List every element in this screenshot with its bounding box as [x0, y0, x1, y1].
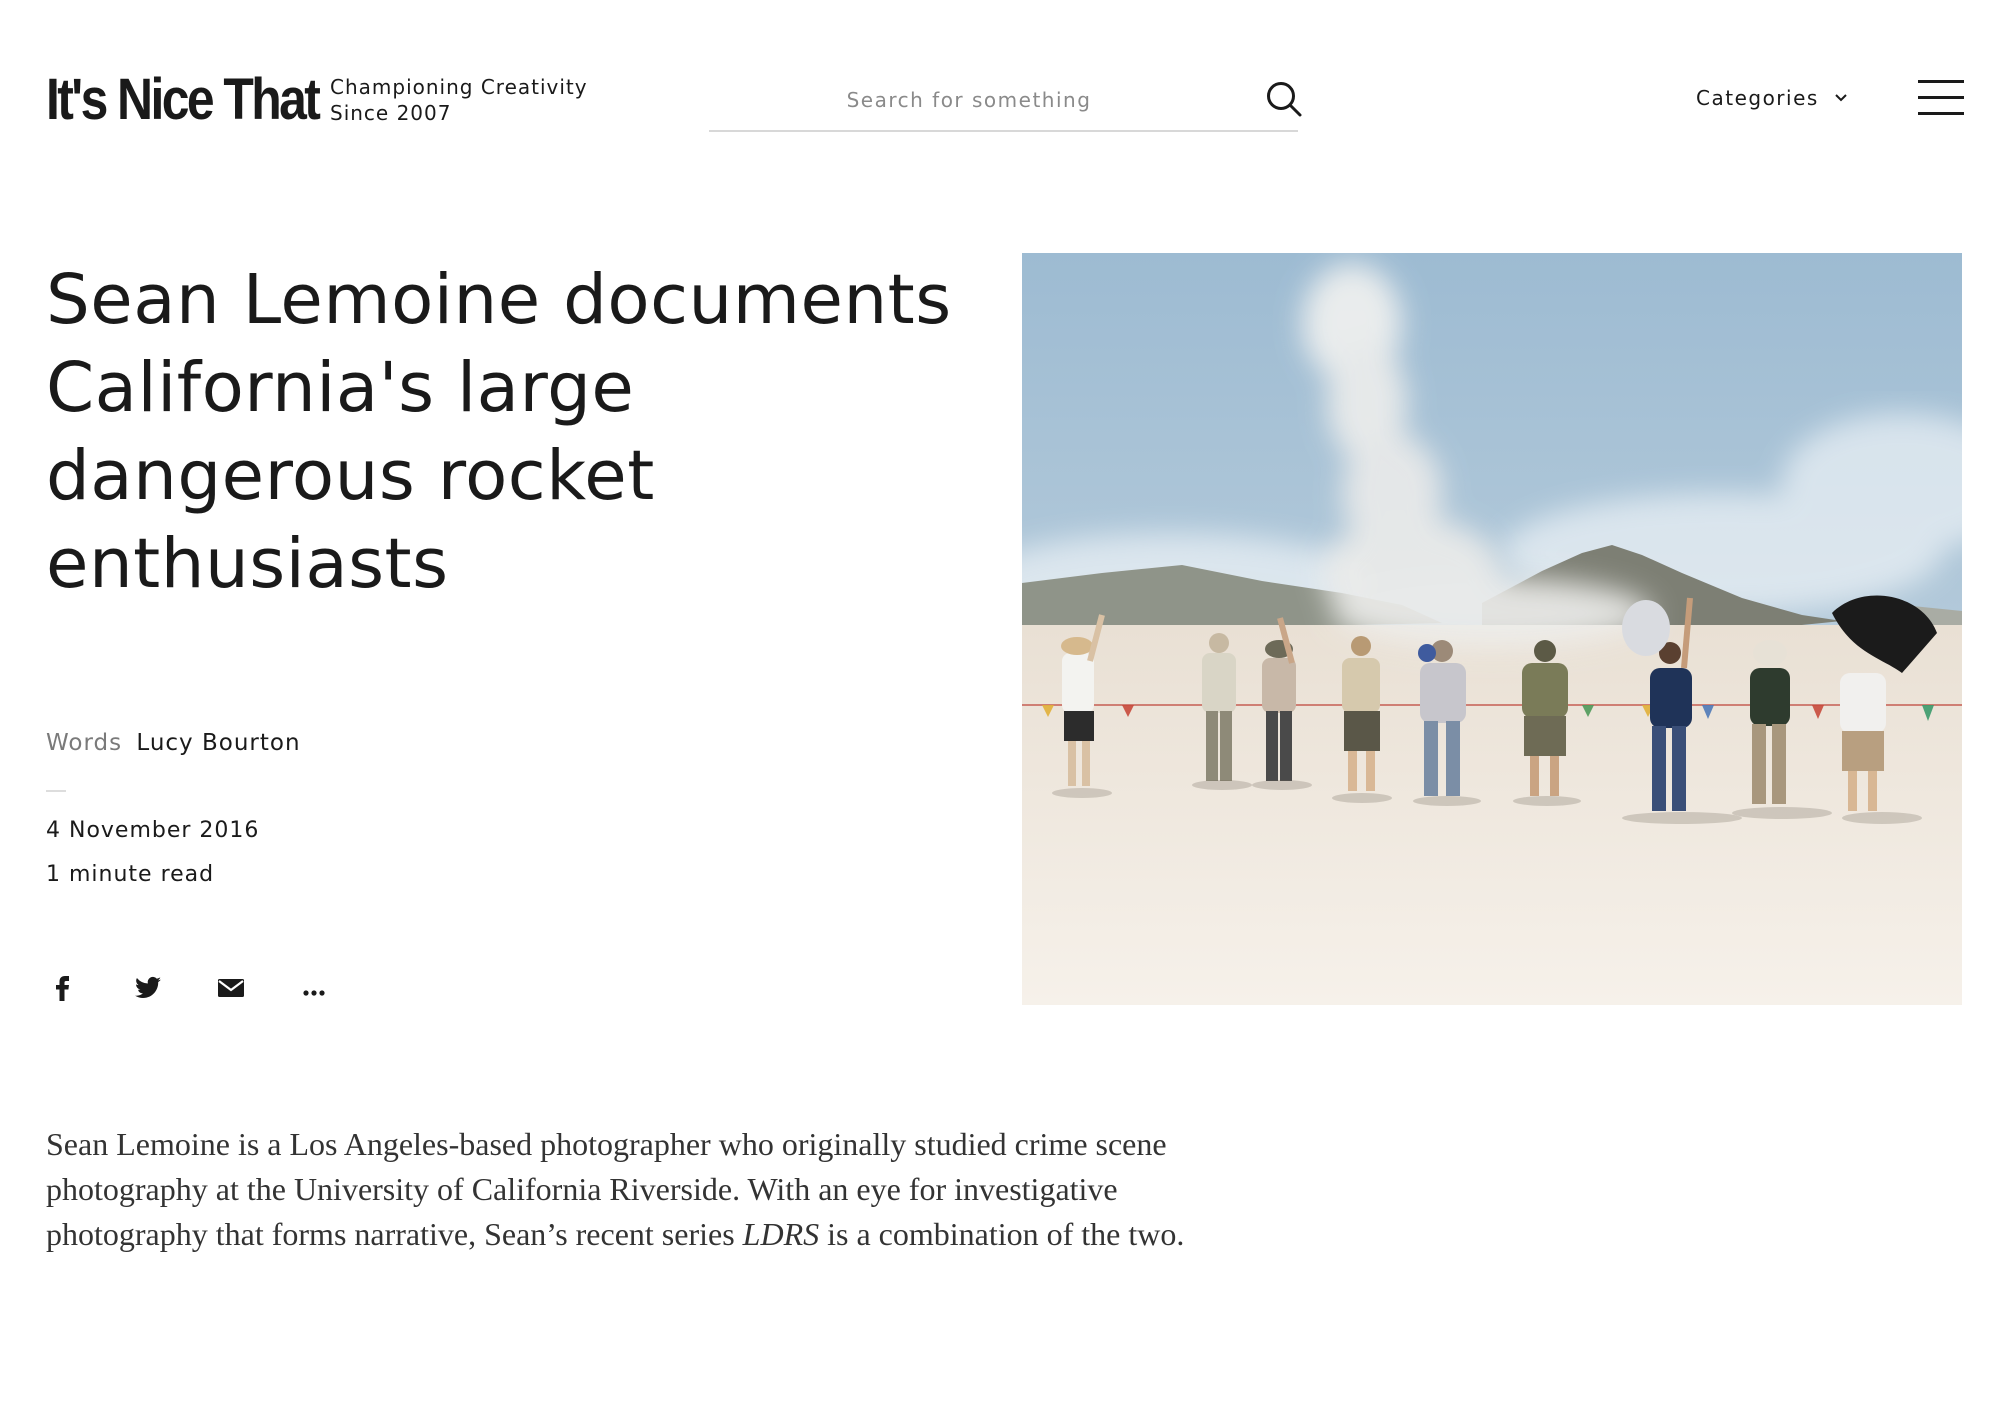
site-tagline: Championing Creativity Since 2007: [330, 74, 588, 126]
author-link[interactable]: Lucy Bourton: [136, 730, 300, 756]
hero-photo: [1022, 253, 1962, 1005]
menu-line: [1918, 112, 1964, 115]
byline: Words Lucy Bourton: [46, 730, 301, 756]
article-headline: Sean Lemoine documents California's larg…: [46, 260, 952, 604]
byline-label: Words: [46, 730, 123, 756]
read-time: 1 minute read: [46, 862, 215, 887]
series-title: LDRS: [742, 1216, 820, 1252]
search-bar: [709, 70, 1302, 132]
search-icon[interactable]: [1264, 79, 1304, 119]
categories-label: Categories: [1696, 86, 1819, 110]
facebook-icon[interactable]: [46, 970, 80, 1004]
byline-divider: [46, 790, 66, 792]
tagline-line-1: Championing Creativity: [330, 75, 588, 99]
tagline-line-2: Since 2007: [330, 101, 452, 125]
menu-line: [1918, 96, 1964, 99]
email-icon[interactable]: [214, 970, 248, 1004]
twitter-icon[interactable]: [130, 970, 164, 1004]
site-header: It's Nice That Championing Creativity Si…: [0, 0, 2000, 180]
article-intro-paragraph: Sean Lemoine is a Los Angeles-based phot…: [46, 1122, 1206, 1257]
chevron-down-icon: [1835, 94, 1847, 102]
menu-line: [1918, 80, 1964, 83]
search-input[interactable]: [709, 80, 1229, 120]
site-logo[interactable]: It's Nice That: [46, 66, 321, 133]
publish-date: 4 November 2016: [46, 818, 260, 843]
hamburger-menu-icon[interactable]: [1918, 80, 1964, 116]
more-icon[interactable]: [298, 970, 332, 1004]
body-text-end: is a combination of the two.: [819, 1216, 1185, 1252]
categories-dropdown[interactable]: Categories: [1696, 86, 1849, 110]
rocket-launch-photo: [1022, 253, 1962, 1005]
